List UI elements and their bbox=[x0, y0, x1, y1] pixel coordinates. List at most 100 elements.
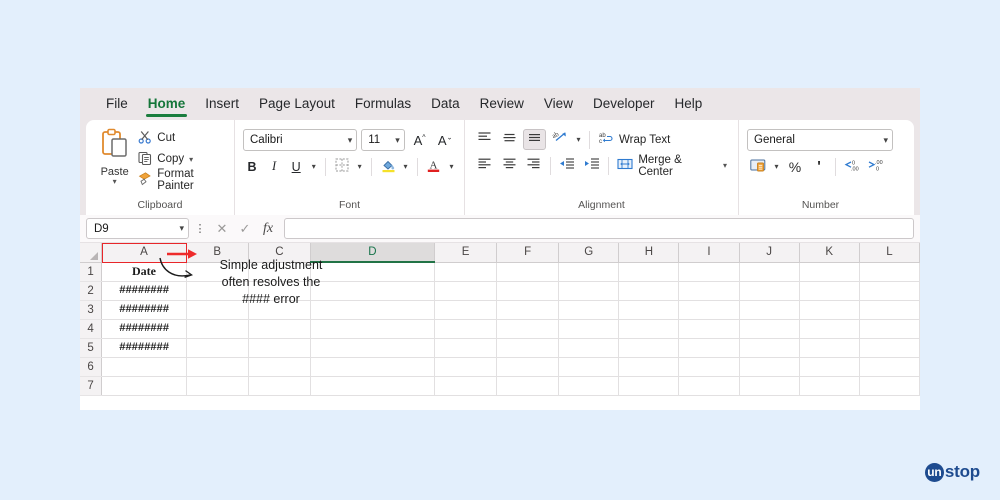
formula-input[interactable] bbox=[284, 218, 914, 239]
cell-g5[interactable] bbox=[558, 338, 620, 358]
cell-c1[interactable] bbox=[248, 262, 311, 282]
row-header-6[interactable]: 6 bbox=[80, 357, 103, 377]
tab-file[interactable]: File bbox=[96, 92, 138, 117]
orientation-button[interactable]: ab bbox=[548, 129, 571, 150]
cell-j2[interactable] bbox=[739, 281, 800, 301]
cell-i1[interactable] bbox=[678, 262, 740, 282]
more-options-icon[interactable]: ⋮ bbox=[194, 222, 206, 235]
cell-h1[interactable] bbox=[618, 262, 680, 282]
cell-b4[interactable] bbox=[186, 319, 249, 339]
row-header-5[interactable]: 5 bbox=[80, 338, 103, 358]
cell-c5[interactable] bbox=[248, 338, 311, 358]
name-box[interactable]: D9 ▾ bbox=[86, 218, 189, 239]
cell-f5[interactable] bbox=[496, 338, 560, 358]
cell-c2[interactable] bbox=[248, 281, 311, 301]
align-right-button[interactable] bbox=[522, 155, 545, 176]
align-center-button[interactable] bbox=[498, 155, 521, 176]
cell-l1[interactable] bbox=[859, 262, 920, 282]
cell-a4[interactable]: ######## bbox=[101, 319, 187, 339]
cell-h3[interactable] bbox=[618, 300, 680, 320]
align-bottom-button[interactable] bbox=[523, 129, 546, 150]
cell-d6[interactable] bbox=[310, 357, 435, 377]
cell-l7[interactable] bbox=[859, 376, 920, 396]
cell-k3[interactable] bbox=[799, 300, 860, 320]
number-format-select[interactable]: General ▾ bbox=[747, 129, 893, 151]
cell-e7[interactable] bbox=[434, 376, 498, 396]
cell-f4[interactable] bbox=[496, 319, 560, 339]
cell-h2[interactable] bbox=[618, 281, 680, 301]
tab-insert[interactable]: Insert bbox=[195, 92, 249, 117]
column-header-b[interactable]: B bbox=[186, 243, 249, 263]
tab-review[interactable]: Review bbox=[470, 92, 534, 117]
cell-f1[interactable] bbox=[496, 262, 560, 282]
row-header-7[interactable]: 7 bbox=[80, 376, 103, 396]
cell-k1[interactable] bbox=[799, 262, 860, 282]
column-header-a[interactable]: A bbox=[101, 243, 187, 263]
copy-chevron-down-icon[interactable]: ▾ bbox=[189, 155, 193, 163]
cell-a5[interactable]: ######## bbox=[101, 338, 187, 358]
cell-i7[interactable] bbox=[678, 376, 740, 396]
cell-h7[interactable] bbox=[618, 376, 680, 396]
cell-d2[interactable] bbox=[310, 281, 435, 301]
borders-button[interactable] bbox=[333, 156, 351, 177]
column-header-g[interactable]: G bbox=[558, 243, 620, 263]
cell-j1[interactable] bbox=[739, 262, 800, 282]
accounting-chevron-down-icon[interactable]: ▾ bbox=[771, 162, 782, 171]
fill-color-chevron-down-icon[interactable]: ▾ bbox=[401, 162, 410, 171]
tab-help[interactable]: Help bbox=[665, 92, 713, 117]
cell-b1[interactable] bbox=[186, 262, 249, 282]
cell-e4[interactable] bbox=[434, 319, 498, 339]
cell-b5[interactable] bbox=[186, 338, 249, 358]
tab-data[interactable]: Data bbox=[421, 92, 470, 117]
decrease-decimal-button[interactable]: .00 0 bbox=[865, 156, 887, 177]
fill-color-button[interactable] bbox=[379, 156, 397, 177]
cell-g1[interactable] bbox=[558, 262, 620, 282]
row-header-3[interactable]: 3 bbox=[80, 300, 103, 320]
cell-j7[interactable] bbox=[739, 376, 800, 396]
cell-f2[interactable] bbox=[496, 281, 560, 301]
cell-i5[interactable] bbox=[678, 338, 740, 358]
accounting-format-button[interactable] bbox=[747, 156, 769, 177]
font-color-button[interactable]: A bbox=[425, 156, 443, 177]
cell-b7[interactable] bbox=[186, 376, 249, 396]
cell-d1[interactable] bbox=[310, 262, 435, 282]
copy-button[interactable]: Copy ▾ bbox=[135, 149, 226, 169]
cell-d3[interactable] bbox=[310, 300, 435, 320]
column-header-i[interactable]: I bbox=[678, 243, 740, 263]
paste-button[interactable]: Paste ▾ bbox=[94, 126, 135, 186]
cell-j5[interactable] bbox=[739, 338, 800, 358]
cell-d5[interactable] bbox=[310, 338, 435, 358]
increase-decimal-button[interactable]: 0 .00 bbox=[841, 156, 863, 177]
cell-j6[interactable] bbox=[739, 357, 800, 377]
cell-k4[interactable] bbox=[799, 319, 860, 339]
orientation-chevron-down-icon[interactable]: ▾ bbox=[573, 135, 584, 144]
row-header-4[interactable]: 4 bbox=[80, 319, 103, 339]
cell-d4[interactable] bbox=[310, 319, 435, 339]
font-size-select[interactable]: 11 ▾ bbox=[361, 129, 405, 151]
cell-b6[interactable] bbox=[186, 357, 249, 377]
column-header-e[interactable]: E bbox=[434, 243, 498, 263]
insert-function-icon[interactable]: fx bbox=[257, 218, 279, 240]
enter-icon[interactable]: ✓ bbox=[234, 218, 256, 240]
cut-button[interactable]: Cut bbox=[135, 128, 226, 148]
cell-e5[interactable] bbox=[434, 338, 498, 358]
cell-l5[interactable] bbox=[859, 338, 920, 358]
cell-i3[interactable] bbox=[678, 300, 740, 320]
column-header-f[interactable]: F bbox=[496, 243, 560, 263]
column-header-k[interactable]: K bbox=[799, 243, 860, 263]
cell-b3[interactable] bbox=[186, 300, 249, 320]
increase-font-size-button[interactable]: A^ bbox=[409, 130, 431, 151]
cell-e1[interactable] bbox=[434, 262, 498, 282]
column-header-c[interactable]: C bbox=[248, 243, 311, 263]
cell-k5[interactable] bbox=[799, 338, 860, 358]
cell-j3[interactable] bbox=[739, 300, 800, 320]
tab-formulas[interactable]: Formulas bbox=[345, 92, 421, 117]
cell-a2[interactable]: ######## bbox=[101, 281, 187, 301]
increase-indent-button[interactable] bbox=[581, 155, 604, 176]
select-all-corner[interactable] bbox=[80, 243, 103, 263]
cell-c6[interactable] bbox=[248, 357, 311, 377]
column-header-l[interactable]: L bbox=[859, 243, 920, 263]
align-left-button[interactable] bbox=[473, 155, 496, 176]
row-header-1[interactable]: 1 bbox=[80, 262, 103, 282]
font-family-select[interactable]: Calibri ▾ bbox=[243, 129, 358, 151]
